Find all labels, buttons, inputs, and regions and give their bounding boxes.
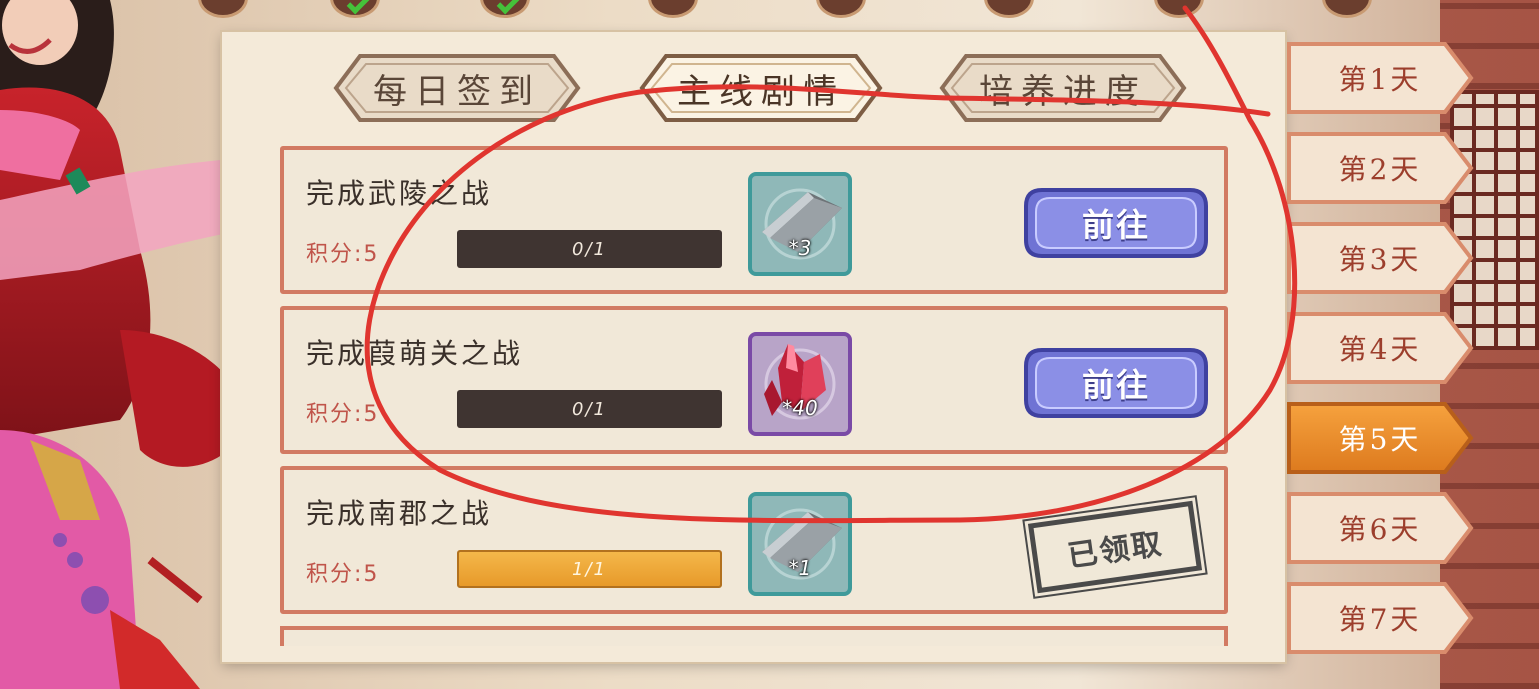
reward-item[interactable]: *40	[748, 332, 852, 436]
reward-item[interactable]: *1	[748, 492, 852, 596]
top-progress-dot	[648, 0, 698, 18]
go-button-label: 前往	[1081, 206, 1150, 244]
day-tab-label: 第5天	[1338, 423, 1422, 456]
task-title: 完成南郡之战	[306, 497, 493, 530]
top-progress-dot	[1154, 0, 1204, 18]
progress-text: 0/1	[572, 398, 607, 420]
go-button[interactable]: 前往	[1022, 186, 1210, 260]
claimed-stamp: 已领取	[1022, 494, 1208, 600]
task-card: 完成葭萌关之战 积分:5 0/1 *40 前往	[280, 306, 1228, 454]
day-tab-5[interactable]: 第5天	[1285, 398, 1475, 478]
top-progress-dot	[330, 0, 380, 18]
day-tab-3[interactable]: 第3天	[1285, 218, 1475, 298]
go-button[interactable]: 前往	[1022, 346, 1210, 420]
top-progress-dot	[816, 0, 866, 18]
top-progress-dot	[480, 0, 530, 18]
day-tab-label: 第4天	[1338, 333, 1422, 366]
check-icon	[496, 0, 520, 15]
red-crystal-icon	[748, 332, 852, 436]
silver-ingot-icon	[748, 172, 852, 276]
day-tab-label: 第1天	[1338, 63, 1422, 96]
day-tab-label: 第6天	[1338, 513, 1422, 546]
day-tab-1[interactable]: 第1天	[1285, 38, 1475, 118]
top-progress-dot	[1322, 0, 1372, 18]
task-progress-bar: 1/1	[457, 550, 722, 588]
task-points: 积分:5	[306, 562, 380, 587]
tab-label: 每日签到	[373, 71, 541, 112]
task-card-partial	[280, 626, 1228, 646]
day-tab-4[interactable]: 第4天	[1285, 308, 1475, 388]
task-points: 积分:5	[306, 402, 380, 427]
tab-label: 主线剧情	[677, 71, 845, 112]
tab-daily-checkin[interactable]: 每日签到	[332, 52, 582, 124]
top-progress-dot	[984, 0, 1034, 18]
go-button-label: 前往	[1081, 366, 1150, 404]
reward-count: *3	[788, 236, 812, 260]
tab-label: 培养进度	[979, 71, 1147, 112]
task-card: 完成武陵之战 积分:5 0/1 *3 前往	[280, 146, 1228, 294]
day-tab-label: 第2天	[1338, 153, 1422, 186]
reward-count: *40	[782, 396, 818, 420]
reward-item[interactable]: *3	[748, 172, 852, 276]
top-progress-strip	[160, 0, 1440, 22]
silver-ingot-icon	[748, 492, 852, 596]
task-progress-bar: 0/1	[457, 230, 722, 268]
day-tab-label: 第3天	[1338, 243, 1422, 276]
task-card: 完成南郡之战 积分:5 1/1 *1 已领取	[280, 466, 1228, 614]
day-tab-7[interactable]: 第7天	[1285, 578, 1475, 658]
reward-count: *1	[788, 556, 812, 580]
progress-text: 0/1	[572, 238, 607, 260]
tab-main-story[interactable]: 主线剧情	[638, 52, 884, 124]
tab-training-progress[interactable]: 培养进度	[938, 52, 1188, 124]
task-points: 积分:5	[306, 242, 380, 267]
task-progress-bar: 0/1	[457, 390, 722, 428]
day-tab-6[interactable]: 第6天	[1285, 488, 1475, 568]
task-title: 完成葭萌关之战	[306, 337, 524, 370]
day-tab-2[interactable]: 第2天	[1285, 128, 1475, 208]
progress-text: 1/1	[572, 558, 607, 580]
check-icon	[346, 0, 370, 15]
day-tab-label: 第7天	[1338, 603, 1422, 636]
task-title: 完成武陵之战	[306, 177, 493, 210]
